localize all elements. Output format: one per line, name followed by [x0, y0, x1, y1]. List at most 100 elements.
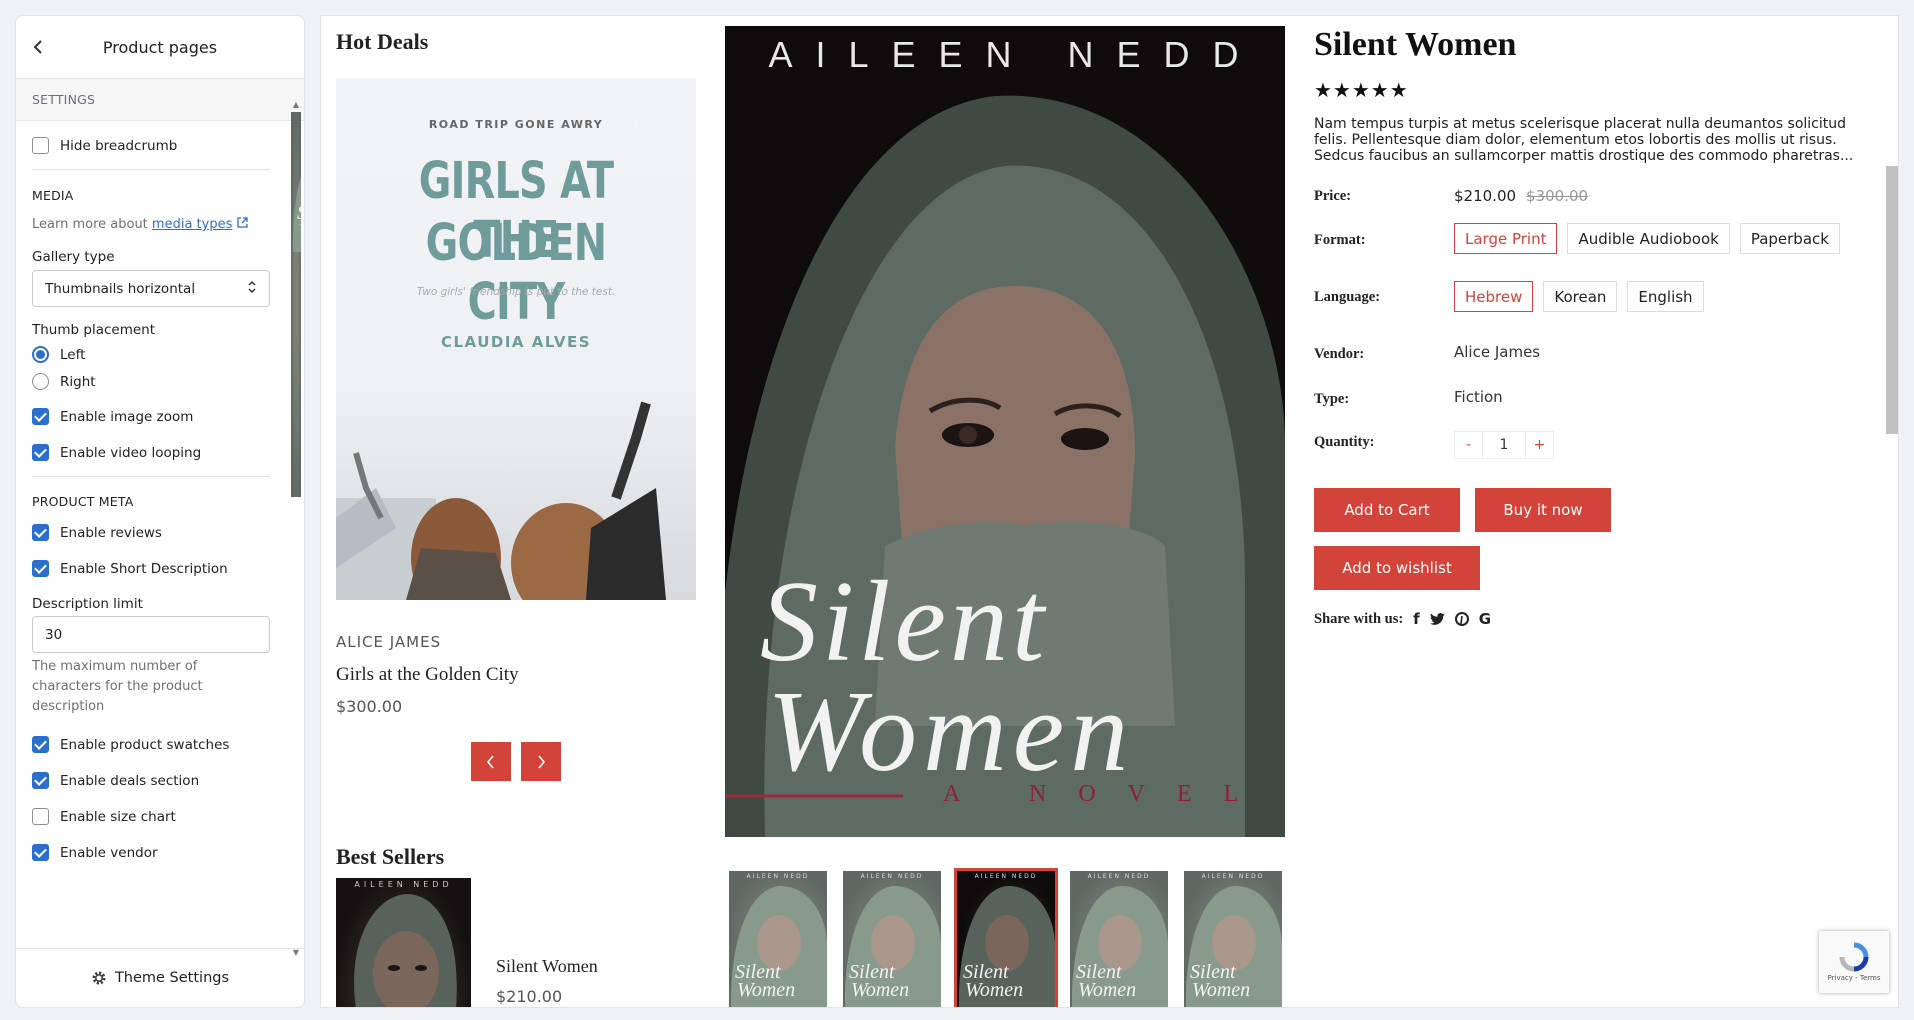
twitter-icon[interactable] — [1429, 612, 1445, 626]
thumb-left-label: Left — [60, 346, 86, 363]
checkbox-box[interactable] — [32, 408, 49, 425]
enable-deals-section-checkbox[interactable]: Enable deals section — [32, 772, 270, 789]
thumbnail-cover: AILEEN NEDDSilentWomen — [843, 871, 941, 1007]
checkbox-box[interactable] — [32, 524, 49, 541]
gallery-thumbnail[interactable]: AILEEN NEDD Silent Women — [1184, 871, 1282, 1007]
checkbox-box[interactable] — [32, 844, 49, 861]
thumbnail-cover-author: AILEEN NEDD — [746, 873, 810, 880]
checkbox-box[interactable] — [32, 736, 49, 753]
add-to-wishlist-button[interactable]: Add to wishlist — [1314, 546, 1480, 590]
format-option-paperback[interactable]: Paperback — [1739, 223, 1840, 254]
language-option-hebrew[interactable]: Hebrew — [1454, 281, 1534, 312]
language-swatches: Hebrew Korean English — [1454, 281, 1714, 312]
description-limit-label: Description limit — [32, 596, 143, 612]
enable-video-looping-checkbox[interactable]: Enable video looping — [32, 444, 270, 461]
checkbox-box[interactable] — [32, 772, 49, 789]
pinterest-icon[interactable] — [1454, 612, 1469, 626]
carousel-prev-button[interactable] — [471, 742, 511, 781]
google-icon[interactable]: G — [1479, 610, 1491, 628]
main-product-image[interactable]: AILEEN NEDD Silent Women A NOVEL — [725, 26, 1285, 837]
sidebar-title: Product pages — [102, 38, 218, 57]
product-description: Nam tempus turpis at metus scelerisque p… — [1314, 116, 1854, 164]
buy-it-now-button[interactable]: Buy it now — [1475, 488, 1611, 532]
theme-settings-button[interactable]: Theme Settings — [16, 948, 304, 1007]
gallery-thumbnail[interactable]: AILEEN NEDD Silent Women — [1070, 871, 1168, 1007]
vendor-value[interactable]: Alice James — [1454, 343, 1540, 361]
recaptcha-badge[interactable]: Privacy - Terms — [1819, 931, 1889, 993]
format-swatches: Large Print Audible Audiobook Paperback — [1454, 223, 1850, 254]
scroll-up-arrow-icon[interactable]: ▲ — [291, 100, 301, 110]
gallery-type-select[interactable]: Thumbnails horizontal — [32, 270, 270, 307]
hot-deal-name[interactable]: Girls at the Golden City — [336, 664, 519, 686]
external-link-icon[interactable] — [236, 217, 248, 232]
cover-photo-girls — [336, 401, 666, 600]
main-cover-subtitle: A NOVEL — [943, 781, 1271, 807]
language-option-english[interactable]: English — [1627, 281, 1704, 312]
enable-reviews-checkbox[interactable]: Enable reviews — [32, 524, 270, 541]
best-seller-price: $210.00 — [496, 987, 563, 1006]
thumbnail-cover-title-line2: Women — [1192, 979, 1251, 1001]
theme-settings-label: Theme Settings — [114, 970, 230, 986]
quantity-plus-button[interactable]: + — [1525, 432, 1553, 458]
best-seller-image[interactable]: AILEEN NEDD — [336, 878, 471, 1007]
recaptcha-terms[interactable]: Privacy - Terms — [1828, 974, 1881, 982]
select-arrows-icon — [247, 280, 257, 298]
radio-selected[interactable] — [32, 346, 49, 363]
gallery-type-value: Thumbnails horizontal — [45, 280, 196, 297]
gallery-thumbnail[interactable]: AILEEN NEDD Silent Women — [729, 871, 827, 1007]
radio-unselected[interactable] — [32, 373, 49, 390]
quantity-minus-button[interactable]: - — [1455, 432, 1483, 458]
enable-vendor-label: Enable vendor — [60, 844, 158, 861]
language-option-korean[interactable]: Korean — [1543, 281, 1618, 312]
best-seller-name[interactable]: Silent Women — [496, 956, 598, 977]
thumbnail-cover-title-line2: Women — [965, 979, 1024, 1001]
learn-more-prefix: Learn more about — [32, 217, 152, 232]
enable-image-zoom-checkbox[interactable]: Enable image zoom — [32, 408, 270, 425]
sidebar-scroll-area[interactable]: SETTINGS Hide breadcrumb MEDIA Learn mor… — [16, 79, 304, 948]
gear-icon — [91, 970, 107, 986]
add-to-cart-button[interactable]: Add to Cart — [1314, 488, 1460, 532]
thumbnail-cover: AILEEN NEDDSilentWomen — [1184, 871, 1282, 1007]
thumbnail-cover-author: AILEEN NEDD — [974, 873, 1038, 880]
enable-size-chart-checkbox[interactable]: Enable size chart — [32, 808, 270, 825]
thumb-left-radio[interactable]: Left — [32, 346, 270, 363]
enable-product-swatches-checkbox[interactable]: Enable product swatches — [32, 736, 270, 753]
hide-breadcrumb-checkbox[interactable]: Hide breadcrumb — [32, 137, 270, 154]
product-price: $210.00 — [1454, 187, 1517, 205]
settings-section-header: SETTINGS — [16, 79, 304, 121]
gallery-type-label: Gallery type — [32, 249, 115, 265]
description-limit-input[interactable]: 30 — [32, 616, 270, 653]
checkbox-box[interactable] — [32, 560, 49, 577]
scrollbar-thumb[interactable]: AILEEN NEDDSilentWomen — [291, 112, 301, 497]
facebook-icon[interactable]: f — [1413, 610, 1420, 628]
media-types-link[interactable]: media types — [152, 217, 232, 232]
gallery-thumbnail[interactable]: AILEEN NEDD Silent Women — [843, 871, 941, 1007]
divider — [32, 169, 270, 170]
thumbnail-cover: AILEEN NEDDSilentWomen — [729, 871, 827, 1007]
thumb-right-radio[interactable]: Right — [32, 373, 270, 390]
enable-short-description-checkbox[interactable]: Enable Short Description — [32, 560, 270, 577]
theme-editor-sidebar: Product pages SETTINGS Hide breadcrumb M… — [15, 15, 305, 1008]
thumbnail-cover-title-line2: Women — [1078, 979, 1137, 1001]
best-sellers-title: Best Sellers — [336, 844, 445, 869]
main-cover-title-line2: Women — [767, 668, 1135, 796]
language-label: Language: — [1314, 289, 1381, 305]
carousel-next-button[interactable] — [521, 742, 561, 781]
price-label: Price: — [1314, 188, 1352, 204]
page-scrollbar-thumb[interactable] — [1886, 166, 1898, 434]
hot-deal-product-image[interactable]: ROAD TRIP GONE AWRY GIRLS AT THE GOLDEN … — [336, 78, 696, 600]
format-option-large-print[interactable]: Large Print — [1454, 223, 1558, 254]
checkbox-box[interactable] — [32, 444, 49, 461]
gallery-thumbnail-active[interactable]: AILEEN NEDD Silent Women — [954, 868, 1058, 1007]
quantity-input[interactable]: 1 — [1483, 432, 1525, 458]
thumbnail-cover: AILEEN NEDDSilentWomen — [1070, 871, 1168, 1007]
chevron-left-icon — [486, 754, 494, 769]
divider — [32, 476, 270, 477]
format-option-audible-audiobook[interactable]: Audible Audiobook — [1567, 223, 1730, 254]
enable-vendor-checkbox[interactable]: Enable vendor — [32, 844, 270, 861]
checkbox-box[interactable] — [32, 808, 49, 825]
checkbox-box[interactable] — [32, 137, 49, 154]
rating-stars[interactable]: ★★★★★ — [1314, 78, 1409, 102]
format-label: Format: — [1314, 232, 1366, 248]
sidebar-scrollbar[interactable]: ▲ AILEEN NEDDSilentWomen ▼ — [291, 100, 301, 958]
